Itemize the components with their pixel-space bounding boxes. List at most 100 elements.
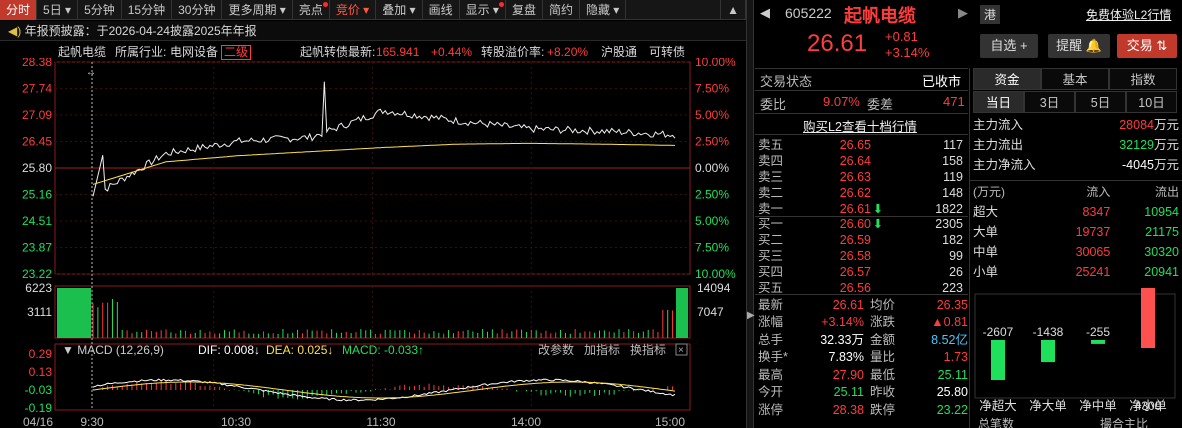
next-stock-arrow-icon[interactable]: ▶: [958, 5, 968, 21]
announcement-text: 年报预披露：于2026-04-24披露2025年年报: [24, 24, 257, 38]
bids-volume: 2305: [935, 217, 963, 231]
quote-label: 涨幅: [758, 315, 784, 330]
quote-value: 28.38: [832, 402, 864, 417]
fund-row-unit: 万元: [1153, 138, 1179, 152]
bids-row[interactable]: 买三 26.58 99: [758, 248, 963, 264]
quote-value: 27.90: [832, 367, 864, 382]
toolbar-item-10[interactable]: 显示 ▾: [460, 0, 506, 20]
fund-tab-1[interactable]: 基本: [1041, 68, 1109, 90]
swap-icon: ⇅: [1156, 38, 1168, 53]
fund-table-label: 中单: [973, 245, 999, 259]
macd-button-1[interactable]: 加指标: [584, 342, 620, 357]
bid-ratio: 9.07%: [823, 94, 860, 109]
vol-tick: 7047: [697, 305, 724, 319]
alert-button[interactable]: 提醒 🔔: [1048, 34, 1110, 58]
toolbar-item-1[interactable]: 5日 ▾: [37, 0, 79, 20]
toolbar-item-11[interactable]: 复盘: [506, 0, 543, 20]
fund-table-head: (万元): [973, 185, 1005, 199]
toolbar-item-9[interactable]: 画线: [423, 0, 460, 20]
fund-row-label: 主力净流入: [973, 158, 1036, 172]
fund-row-value: 32129: [1119, 138, 1154, 152]
quote-value: 26.61: [832, 297, 864, 312]
asks-row[interactable]: 卖二 26.62 148: [758, 185, 963, 201]
toolbar-item-8[interactable]: 叠加 ▾: [376, 0, 423, 20]
down-arrow-icon: [871, 232, 885, 248]
status-label: 交易状态: [760, 74, 813, 89]
fund-table-out: 10954: [1144, 205, 1180, 219]
fund-tab-2[interactable]: 指数: [1109, 68, 1177, 90]
toolbar-item-6[interactable]: 亮点: [293, 0, 330, 20]
price-change: +0.81: [885, 29, 918, 44]
pct-tick: 10.00%: [695, 267, 736, 281]
fund-row: 主力净流入 -4045万元: [973, 155, 1179, 175]
period-tab-0[interactable]: 当日: [973, 91, 1024, 113]
drag-handle-icon: ↔: [86, 67, 96, 78]
quote-value: 23.22: [936, 402, 968, 417]
fund-table-row: 大单 19737 21175: [973, 222, 1179, 242]
asks-row[interactable]: 卖一 26.61 ⬇ 1822: [758, 201, 963, 217]
last-price: 26.61: [807, 30, 868, 57]
quote-value: 26.35: [936, 297, 968, 312]
macd-button-0[interactable]: 改参数: [538, 342, 574, 357]
fund-table-label: 小单: [973, 265, 999, 279]
toolbar-item-3[interactable]: 15分钟: [122, 0, 173, 20]
stock-code: 605222: [785, 5, 832, 21]
bid-order-book: 买一 26.60 ⬇ 2305 买二 26.59 182 买三 26.58 99 买四 26.57 26…: [758, 216, 963, 296]
announcement-bar[interactable]: ◀) 年报预披露：于2026-04-24披露2025年年报: [0, 21, 746, 41]
vol-tick: 14094: [697, 281, 731, 295]
bids-row[interactable]: 买一 26.60 ⬇ 2305: [758, 216, 963, 232]
bids-row[interactable]: 买二 26.59 182: [758, 232, 963, 248]
asks-level: 卖四: [758, 154, 784, 168]
pct-tick: 7.50%: [695, 82, 729, 96]
fund-row-value: -4045: [1122, 158, 1154, 172]
net-flow-bar: [1091, 340, 1105, 344]
macd-button-2[interactable]: 换指标: [630, 342, 666, 357]
toolbar-item-13[interactable]: 隐藏 ▾: [580, 0, 627, 20]
period-tab-2[interactable]: 5日: [1075, 91, 1126, 113]
fund-row-value-wrap: 28084万元: [1119, 115, 1179, 135]
bid-ratio-label: 委比: [760, 97, 787, 112]
l2-depth-link[interactable]: 购买L2查看十档行情: [803, 116, 917, 135]
macd-tick: -0.19: [25, 401, 53, 415]
quote-stats: 最新 26.61 均价 26.35 涨幅 +3.14% 涨跌 ▲0.81 总手 32.33万 金额 8…: [758, 296, 968, 419]
scroll-up-icon[interactable]: ▲: [720, 0, 746, 20]
down-arrow-icon: ⬇: [872, 202, 884, 216]
quote-value: 8.52亿: [931, 332, 968, 347]
add-favorite-button[interactable]: 自选 +: [980, 34, 1038, 58]
asks-volume: 148: [942, 186, 963, 200]
status-value: 已收市: [922, 74, 962, 89]
quote-label: 最低: [870, 367, 896, 382]
trade-button[interactable]: 交易 ⇅: [1117, 34, 1177, 58]
period-tab-1[interactable]: 3日: [1024, 91, 1075, 113]
hk-badge[interactable]: 港: [980, 5, 1001, 24]
bids-row[interactable]: 买四 26.57 26: [758, 264, 963, 280]
panel-splitter[interactable]: ▶: [746, 0, 755, 428]
fund-table-head: 流出: [1155, 185, 1180, 199]
toolbar-item-2[interactable]: 5分钟: [78, 0, 122, 20]
asks-row[interactable]: 卖四 26.64 158: [758, 153, 963, 169]
period-tab-3[interactable]: 10日: [1126, 91, 1177, 113]
pct-tick: 0.00%: [695, 161, 729, 175]
bids-level: 买四: [758, 265, 784, 279]
asks-volume: 119: [943, 170, 963, 184]
auction-volume-left: [57, 288, 91, 338]
prev-stock-arrow-icon[interactable]: ◀: [760, 5, 770, 21]
intraday-chart[interactable]: 28.38 10.00% 27.74 7.50% 27.09 5.00% 26.45 2.50…: [0, 58, 746, 428]
toolbar-item-0[interactable]: 分时: [0, 0, 38, 20]
toolbar-item-7[interactable]: 竞价 ▾: [330, 0, 377, 20]
fund-tab-0[interactable]: 资金: [973, 68, 1041, 90]
free-l2-link[interactable]: 免费体验L2行情: [1086, 6, 1171, 23]
bids-price: 26.57: [839, 265, 871, 279]
fund-row-unit: 万元: [1153, 158, 1179, 172]
time-tick: 14:00: [511, 415, 541, 428]
asks-row[interactable]: 卖五 26.65 117: [758, 137, 963, 153]
quote-row: 涨停 28.38 跌停 23.22: [758, 401, 968, 419]
stock-name: 起帆电缆: [844, 6, 916, 26]
asks-row[interactable]: 卖三 26.63 119: [758, 169, 963, 185]
toolbar-item-12[interactable]: 简约: [543, 0, 580, 20]
toolbar-item-4[interactable]: 30分钟: [172, 0, 223, 20]
toolbar-item-5[interactable]: 更多周期 ▾: [222, 0, 293, 20]
quote-label: 昨收: [870, 385, 896, 400]
price-change-pct: +3.14%: [885, 45, 930, 60]
